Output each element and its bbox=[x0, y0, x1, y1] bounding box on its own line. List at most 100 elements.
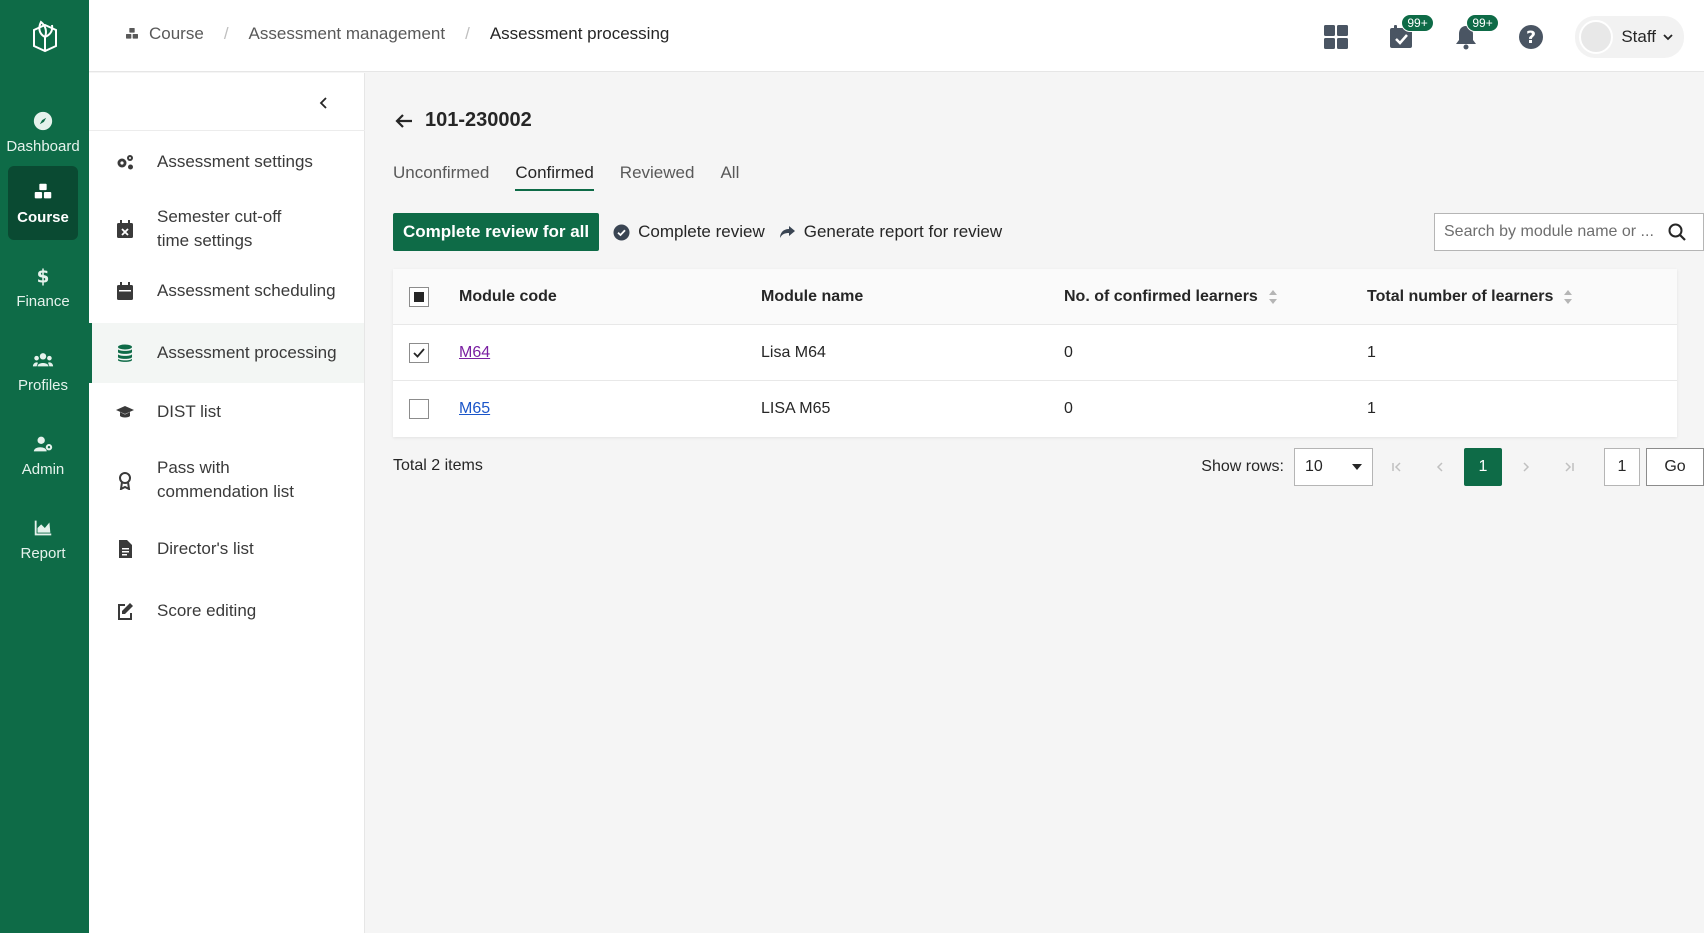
divider bbox=[89, 130, 365, 131]
module-code-cell: M65 bbox=[459, 400, 761, 418]
action-toolbar: Complete review for all Complete review … bbox=[393, 213, 1002, 251]
subnav-item-score-editing[interactable]: Score editing bbox=[89, 585, 364, 637]
row-checkbox[interactable] bbox=[409, 399, 429, 419]
sort-icon[interactable] bbox=[1268, 289, 1278, 305]
goto-page-input[interactable] bbox=[1604, 448, 1640, 486]
page-title: 101-230002 bbox=[425, 109, 532, 131]
nav-label: Course bbox=[17, 208, 69, 226]
subnav-item-assessment-scheduling[interactable]: Assessment scheduling bbox=[89, 265, 364, 317]
search-input[interactable] bbox=[1435, 223, 1665, 241]
subnav-label: Assessment settings bbox=[157, 152, 313, 171]
last-page-button[interactable] bbox=[1550, 448, 1588, 486]
row-checkbox[interactable] bbox=[409, 342, 429, 363]
award-icon bbox=[119, 472, 131, 490]
chevron-right-icon bbox=[1523, 462, 1530, 472]
column-header-label: No. of confirmed learners bbox=[1064, 287, 1258, 305]
tasks-button[interactable]: 99+ bbox=[1379, 14, 1434, 57]
chevrons-last-icon bbox=[1565, 462, 1574, 472]
user-menu[interactable]: Staff bbox=[1575, 16, 1684, 58]
complete-review-button[interactable]: Complete review bbox=[613, 222, 765, 242]
main-content: 101-230002 Unconfirmed Confirmed Reviewe… bbox=[366, 73, 1704, 933]
breadcrumb-course[interactable]: Course bbox=[149, 24, 204, 44]
notifications-button[interactable]: 99+ bbox=[1444, 14, 1499, 57]
module-name-cell: Lisa M64 bbox=[761, 343, 826, 361]
select-all-cell bbox=[393, 286, 459, 307]
caret-down-icon bbox=[1352, 464, 1362, 470]
select-all-checkbox[interactable] bbox=[409, 286, 429, 307]
nav-item-report[interactable]: Report bbox=[8, 502, 78, 576]
subnav-item-directors-list[interactable]: Director's list bbox=[89, 523, 364, 575]
share-arrow-icon bbox=[779, 225, 795, 238]
nav-item-profiles[interactable]: Profiles bbox=[8, 334, 78, 408]
generate-report-button[interactable]: Generate report for review bbox=[779, 222, 1002, 242]
next-page-button[interactable] bbox=[1507, 448, 1545, 486]
module-code-link[interactable]: M64 bbox=[459, 344, 490, 361]
checkmark-icon bbox=[413, 347, 425, 358]
edit-icon bbox=[118, 603, 133, 620]
nav-item-dashboard[interactable]: Dashboard bbox=[6, 95, 80, 169]
breadcrumb-current: Assessment processing bbox=[489, 24, 670, 43]
search-icon[interactable] bbox=[1667, 222, 1687, 242]
assessment-subnav: Assessment settings Semester cut-off tim… bbox=[89, 73, 365, 933]
help-button[interactable]: ? bbox=[1509, 17, 1553, 57]
breadcrumb-assessment-management[interactable]: Assessment management bbox=[249, 24, 446, 44]
subnav-item-semester-cutoff[interactable]: Semester cut-off time settings bbox=[89, 195, 364, 263]
tab-all[interactable]: All bbox=[720, 163, 739, 191]
apps-button[interactable] bbox=[1314, 17, 1358, 57]
column-header-confirmed[interactable]: No. of confirmed learners bbox=[1064, 288, 1367, 306]
complete-review-for-all-button[interactable]: Complete review for all bbox=[393, 213, 600, 251]
chevron-left-icon[interactable] bbox=[314, 93, 334, 113]
subnav-item-pass-with-commendation[interactable]: Pass with commendation list bbox=[89, 446, 364, 514]
chevron-down-icon bbox=[1663, 34, 1673, 41]
subnav-item-dist-list[interactable]: DIST list bbox=[89, 386, 364, 438]
total-items-text: Total 2 items bbox=[393, 457, 483, 474]
column-header-total[interactable]: Total number of learners bbox=[1367, 288, 1677, 306]
dollar-icon: $ bbox=[37, 266, 50, 287]
table-header-row: Module code Module name No. of confirmed… bbox=[393, 269, 1677, 325]
document-icon bbox=[119, 540, 132, 558]
main-nav-rail: Dashboard Course $ Finance Profiles Admi… bbox=[0, 0, 89, 933]
breadcrumb: Course / Assessment management / Assessm… bbox=[123, 24, 669, 44]
generate-report-label: Generate report for review bbox=[803, 222, 1003, 241]
table-row: M64 Lisa M64 0 1 bbox=[393, 325, 1677, 381]
check-circle-icon bbox=[613, 224, 630, 240]
sort-icon[interactable] bbox=[1563, 289, 1573, 305]
nav-label: Report bbox=[20, 544, 66, 562]
nav-item-finance[interactable]: $ Finance bbox=[8, 250, 78, 324]
nav-item-admin[interactable]: Admin bbox=[8, 418, 78, 492]
prev-page-button[interactable] bbox=[1421, 448, 1459, 486]
top-actions: 99+ 99+ ? Staff bbox=[1293, 14, 1684, 58]
confirmed-count-cell: 0 bbox=[1064, 400, 1073, 417]
rows-per-page-select[interactable]: 10 bbox=[1294, 448, 1373, 486]
subnav-label: Pass with commendation list bbox=[157, 458, 295, 501]
page-button-current[interactable]: 1 bbox=[1464, 448, 1502, 486]
modules-table: Module code Module name No. of confirmed… bbox=[393, 269, 1677, 437]
compass-icon bbox=[33, 111, 53, 130]
subnav-item-assessment-processing[interactable]: Assessment processing bbox=[89, 323, 364, 383]
nav-label: Finance bbox=[16, 292, 70, 310]
module-code-link[interactable]: M65 bbox=[459, 400, 490, 417]
tab-unconfirmed[interactable]: Unconfirmed bbox=[393, 163, 489, 191]
breadcrumb-separator: / bbox=[465, 24, 470, 43]
arrow-left-icon[interactable] bbox=[393, 110, 415, 132]
first-page-button[interactable] bbox=[1378, 448, 1416, 486]
svg-text:$: $ bbox=[37, 266, 50, 287]
tab-reviewed[interactable]: Reviewed bbox=[620, 163, 695, 191]
module-name-cell: LISA M65 bbox=[761, 400, 831, 417]
database-icon bbox=[118, 344, 132, 362]
nav-item-course[interactable]: Course bbox=[8, 166, 78, 240]
rows-per-page-value: 10 bbox=[1305, 458, 1323, 475]
cubes-icon bbox=[34, 183, 52, 198]
avatar bbox=[1579, 20, 1614, 54]
cubes-icon bbox=[126, 28, 138, 39]
subnav-label: Assessment scheduling bbox=[157, 281, 336, 300]
go-button[interactable]: Go bbox=[1646, 448, 1704, 486]
table-row: M65 LISA M65 0 1 bbox=[393, 381, 1677, 437]
grid-icon bbox=[1324, 25, 1349, 49]
row-select-cell bbox=[393, 399, 459, 419]
subnav-item-assessment-settings[interactable]: Assessment settings bbox=[89, 138, 364, 186]
app-logo[interactable] bbox=[0, 0, 89, 72]
book-leaf-logo-icon bbox=[32, 20, 57, 53]
tab-confirmed[interactable]: Confirmed bbox=[515, 163, 594, 191]
graduation-cap-icon bbox=[116, 406, 134, 418]
